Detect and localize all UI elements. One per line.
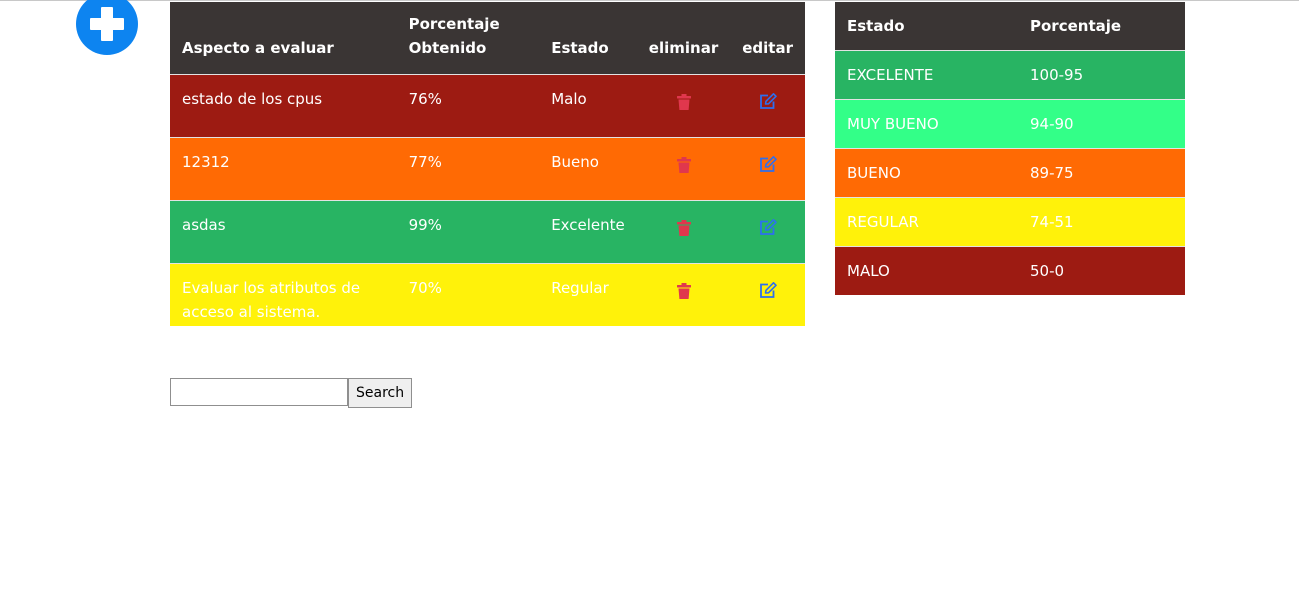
cell-estado: Excelente — [551, 215, 625, 234]
cell-estado: Malo — [551, 89, 587, 108]
table-row: 12312 77% Bueno — [170, 137, 805, 200]
legend-row: MALO 50-0 — [835, 246, 1185, 295]
legend-table: Estado Porcentaje EXCELENTE 100-95 MUY BUE… — [835, 2, 1185, 295]
edit-icon[interactable] — [759, 281, 777, 306]
edit-icon[interactable] — [759, 92, 777, 117]
legend-header-row: Estado Porcentaje — [835, 2, 1185, 50]
cell-estado: Bueno — [551, 152, 599, 171]
legend-estado: MALO — [847, 261, 890, 280]
header-porcentaje: Porcentaje Obtenido — [396, 2, 540, 74]
search-input[interactable] — [170, 378, 348, 406]
legend-header-estado: Estado — [835, 2, 1018, 50]
header-estado: Estado — [539, 2, 637, 74]
search-button[interactable]: Search — [348, 378, 413, 408]
cell-eliminar — [637, 137, 730, 200]
cell-eliminar — [637, 74, 730, 137]
edit-icon[interactable] — [759, 155, 777, 180]
plus-circle-icon — [90, 7, 124, 41]
legend-rango: 74-51 — [1030, 212, 1074, 231]
legend-estado: MUY BUENO — [847, 114, 939, 133]
cell-eliminar — [637, 263, 730, 326]
legend-rango: 89-75 — [1030, 163, 1074, 182]
add-button[interactable] — [76, 0, 138, 55]
legend-estado: REGULAR — [847, 212, 919, 231]
trash-icon[interactable] — [676, 156, 691, 180]
evaluation-table-header-row: Aspecto a evaluar Porcentaje Obtenido Es… — [170, 2, 805, 74]
edit-icon[interactable] — [759, 218, 777, 243]
cell-editar — [730, 200, 805, 263]
cell-porcentaje: 77% — [408, 152, 442, 171]
legend-rango: 94-90 — [1030, 114, 1074, 133]
cell-aspecto: Evaluar los atributos de acceso al siste… — [182, 278, 361, 321]
cell-editar — [730, 137, 805, 200]
cell-porcentaje: 76% — [408, 89, 442, 108]
legend-rango: 50-0 — [1030, 261, 1065, 280]
top-divider — [0, 0, 1299, 1]
table-row: Evaluar los atributos de acceso al siste… — [170, 263, 805, 326]
cell-editar — [730, 74, 805, 137]
legend-row: REGULAR 74-51 — [835, 197, 1185, 246]
header-porcentaje-line2: Obtenido — [408, 38, 487, 57]
header-editar: editar — [730, 2, 805, 74]
cell-eliminar — [637, 200, 730, 263]
cell-porcentaje: 99% — [408, 215, 442, 234]
header-aspecto: Aspecto a evaluar — [170, 2, 397, 74]
trash-icon[interactable] — [676, 282, 691, 306]
legend-header-porcentaje: Porcentaje — [1018, 2, 1185, 50]
cell-estado: Regular — [551, 278, 609, 297]
legend-row: EXCELENTE 100-95 — [835, 50, 1185, 99]
legend-estado: EXCELENTE — [847, 65, 934, 84]
header-eliminar: eliminar — [636, 2, 731, 74]
legend-row: BUENO 89-75 — [835, 148, 1185, 197]
legend-estado: BUENO — [847, 163, 901, 182]
evaluation-table: Aspecto a evaluar Porcentaje Obtenido Es… — [170, 2, 805, 326]
trash-icon[interactable] — [676, 93, 691, 117]
cell-editar — [730, 263, 805, 326]
search-form: Search — [170, 378, 413, 408]
header-porcentaje-line1: Porcentaje — [408, 14, 500, 33]
cell-aspecto: 12312 — [182, 152, 230, 171]
legend-row: MUY BUENO 94-90 — [835, 99, 1185, 148]
legend-rango: 100-95 — [1030, 65, 1084, 84]
trash-icon[interactable] — [676, 219, 691, 243]
cell-aspecto: estado de los cpus — [182, 89, 323, 108]
cell-aspecto: asdas — [182, 215, 226, 234]
table-row: asdas 99% Excelente — [170, 200, 805, 263]
cell-porcentaje: 70% — [408, 278, 442, 297]
table-row: estado de los cpus 76% Malo — [170, 74, 805, 137]
